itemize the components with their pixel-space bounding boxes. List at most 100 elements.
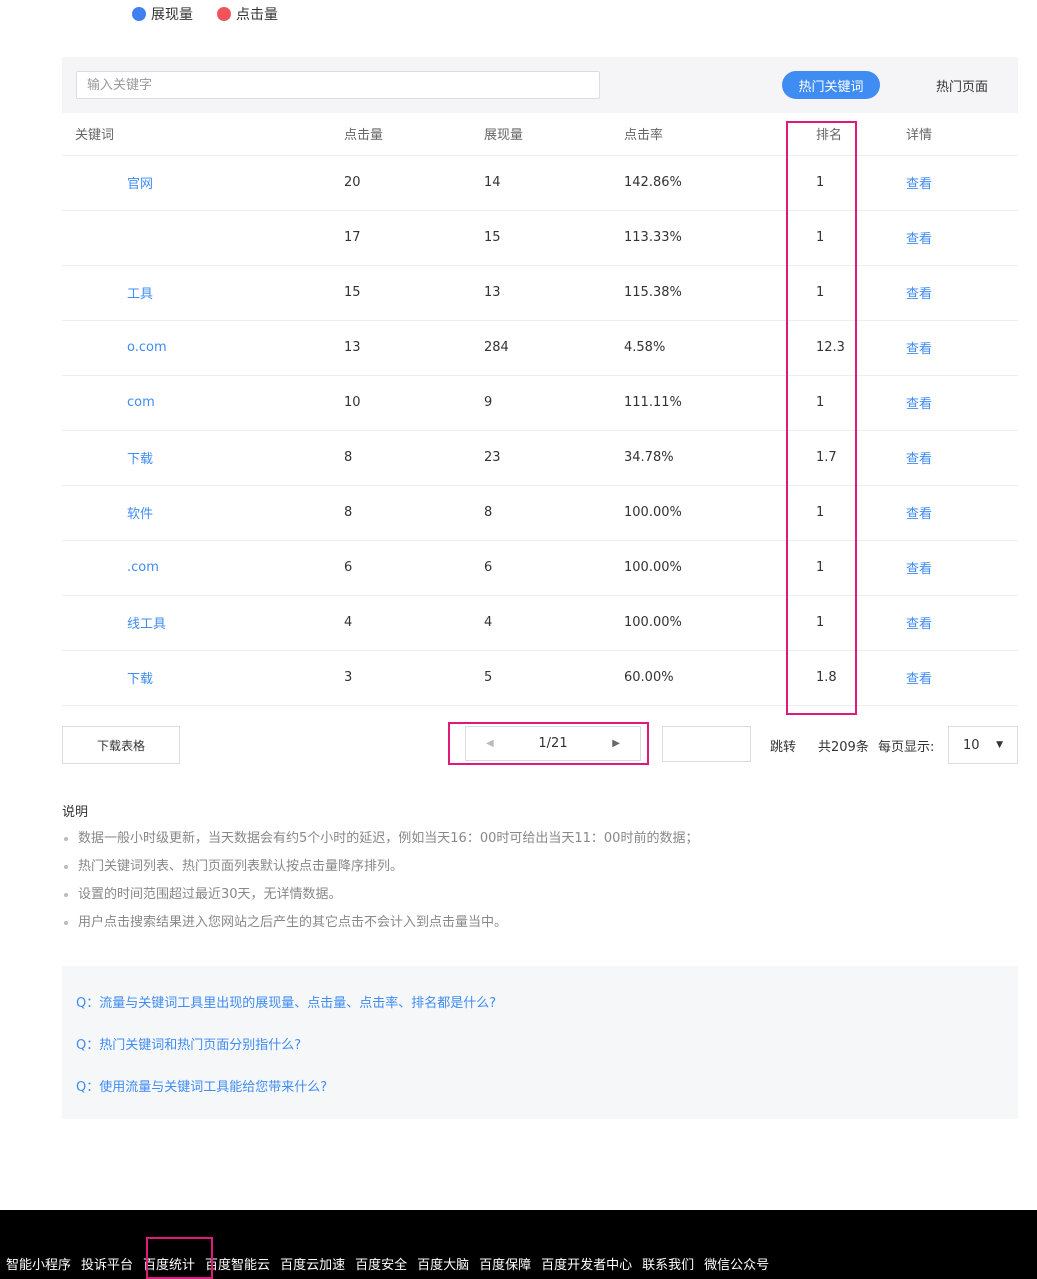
header-keyword[interactable]: 关键词 [62, 113, 344, 156]
header-impressions[interactable]: 展现量 [484, 113, 624, 156]
keyword-link[interactable]: 线工具 [75, 613, 166, 632]
keyword-link[interactable]: 下载 [75, 668, 153, 687]
chevron-down-icon: ▼ [996, 740, 1003, 750]
cell-rank: 1 [794, 485, 906, 541]
cell-impressions: 4 [484, 595, 624, 651]
legend-label-clicks: 点击量 [236, 7, 278, 23]
header-clicks[interactable]: 点击量 [344, 113, 484, 156]
footer-link[interactable]: 智能小程序 [6, 1254, 71, 1273]
cell-rank: 1 [794, 595, 906, 651]
cell-detail: 查看 [906, 320, 1018, 376]
per-page-label: 每页显示: [878, 740, 935, 755]
table-row: o.com 13 284 4.58% 12.3 查看 [62, 320, 1018, 376]
site-footer: 智能小程序 投诉平台 百度统计 百度智能云 百度云加速 百度安全 百度大脑 百度保障 百度开发者… [0, 1210, 1037, 1279]
table-row: 官网 20 14 142.86% 1 查看 [62, 155, 1018, 211]
cell-ctr: 100.00% [624, 485, 794, 541]
keyword-link[interactable]: 官网 [75, 173, 153, 192]
keyword-link[interactable]: 软件 [75, 503, 153, 522]
cell-ctr: 111.11% [624, 375, 794, 431]
keyword-link[interactable]: o.com [75, 340, 167, 355]
faq-link-metrics[interactable]: Q：流量与关键词工具里出现的展现量、点击量、点击率、排名都是什么? [76, 992, 1004, 1034]
cell-rank: 1 [794, 265, 906, 321]
legend-label-impressions: 展现量 [151, 7, 193, 23]
cell-keyword [62, 210, 344, 266]
cell-keyword: 软件 [62, 485, 344, 541]
view-detail-link[interactable]: 查看 [906, 287, 932, 302]
notes-title: 说明 [62, 805, 89, 820]
view-detail-link[interactable]: 查看 [906, 452, 932, 467]
tab-hot-pages[interactable]: 热门页面 [922, 71, 1002, 99]
keyword-search-input[interactable] [76, 71, 600, 99]
cell-detail: 查看 [906, 485, 1018, 541]
notes-section: 说明 数据一般小时级更新，当天数据会有约5个小时的延迟，例如当天16：00时可给… [62, 801, 1018, 942]
panel-toolbar: 热门关键词 热门页面 [62, 57, 1018, 113]
keyword-link[interactable]: .com [75, 560, 159, 575]
legend-dot-clicks [217, 7, 231, 21]
jump-page-input[interactable] [662, 726, 751, 762]
table-row: 软件 8 8 100.00% 1 查看 [62, 485, 1018, 541]
footer-link[interactable]: 百度开发者中心 [541, 1254, 632, 1273]
footer-link[interactable]: 微信公众号 [704, 1254, 769, 1273]
cell-ctr: 100.00% [624, 595, 794, 651]
cell-clicks: 15 [344, 265, 484, 321]
download-table-button[interactable]: 下载表格 [62, 726, 180, 764]
note-item: 用户点击搜索结果进入您网站之后产生的其它点击不会计入到点击量当中。 [62, 914, 1018, 942]
view-detail-link[interactable]: 查看 [906, 562, 932, 577]
cell-ctr: 100.00% [624, 540, 794, 596]
footer-link[interactable]: 联系我们 [642, 1254, 694, 1273]
view-detail-link[interactable]: 查看 [906, 232, 932, 247]
legend-item-impressions[interactable]: 展现量 [132, 4, 193, 24]
table-row: 工具 15 13 115.38% 1 查看 [62, 265, 1018, 321]
keyword-link[interactable]: 工具 [75, 283, 153, 302]
cell-clicks: 6 [344, 540, 484, 596]
cell-clicks: 13 [344, 320, 484, 376]
table-row: com 10 9 111.11% 1 查看 [62, 375, 1018, 431]
cell-impressions: 9 [484, 375, 624, 431]
prev-page-icon[interactable]: ◀ [486, 738, 494, 749]
footer-link[interactable]: 百度大脑 [417, 1254, 469, 1273]
footer-links: 智能小程序 投诉平台 百度统计 百度智能云 百度云加速 百度安全 百度大脑 百度保障 百度开发者… [6, 1254, 769, 1273]
view-detail-link[interactable]: 查看 [906, 177, 932, 192]
cell-clicks: 10 [344, 375, 484, 431]
faq-link-benefits[interactable]: Q：使用流量与关键词工具能给您带来什么? [76, 1076, 1004, 1118]
cell-detail: 查看 [906, 430, 1018, 486]
view-detail-link[interactable]: 查看 [906, 507, 932, 522]
cell-impressions: 5 [484, 650, 624, 706]
footer-link[interactable]: 百度云加速 [280, 1254, 345, 1273]
view-detail-link[interactable]: 查看 [906, 672, 932, 687]
footer-link[interactable]: 百度统计 [143, 1254, 195, 1273]
cell-impressions: 8 [484, 485, 624, 541]
table-row: 17 15 113.33% 1 查看 [62, 210, 1018, 266]
jump-button[interactable]: 跳转 [770, 736, 796, 755]
footer-link[interactable]: 投诉平台 [81, 1254, 133, 1273]
footer-link[interactable]: 百度安全 [355, 1254, 407, 1273]
footer-link[interactable]: 百度智能云 [205, 1254, 270, 1273]
cell-clicks: 8 [344, 430, 484, 486]
cell-keyword: 下载 [62, 430, 344, 486]
view-detail-link[interactable]: 查看 [906, 397, 932, 412]
faq-link-hot-lists[interactable]: Q：热门关键词和热门页面分别指什么? [76, 1034, 1004, 1076]
keyword-link[interactable]: 下载 [75, 448, 153, 467]
cell-clicks: 4 [344, 595, 484, 651]
footer-link[interactable]: 百度保障 [479, 1254, 531, 1273]
cell-ctr: 142.86% [624, 155, 794, 211]
header-ctr[interactable]: 点击率 [624, 113, 794, 156]
legend-item-clicks[interactable]: 点击量 [217, 4, 278, 24]
cell-ctr: 113.33% [624, 210, 794, 266]
table-row: .com 6 6 100.00% 1 查看 [62, 540, 1018, 596]
header-rank[interactable]: 排名 [794, 113, 906, 156]
cell-impressions: 14 [484, 155, 624, 211]
view-detail-link[interactable]: 查看 [906, 617, 932, 632]
header-detail: 详情 [906, 113, 1018, 156]
cell-ctr: 115.38% [624, 265, 794, 321]
cell-rank: 1 [794, 210, 906, 266]
cell-impressions: 284 [484, 320, 624, 376]
tab-hot-keywords[interactable]: 热门关键词 [782, 71, 880, 99]
per-page-select[interactable]: 10 ▼ [948, 726, 1018, 764]
view-detail-link[interactable]: 查看 [906, 342, 932, 357]
total-count: 共209条 [818, 740, 869, 755]
faq-section: Q：流量与关键词工具里出现的展现量、点击量、点击率、排名都是什么? Q：热门关键… [62, 966, 1018, 1119]
next-page-icon[interactable]: ▶ [612, 738, 620, 749]
cell-detail: 查看 [906, 375, 1018, 431]
keyword-link[interactable]: com [75, 395, 155, 410]
